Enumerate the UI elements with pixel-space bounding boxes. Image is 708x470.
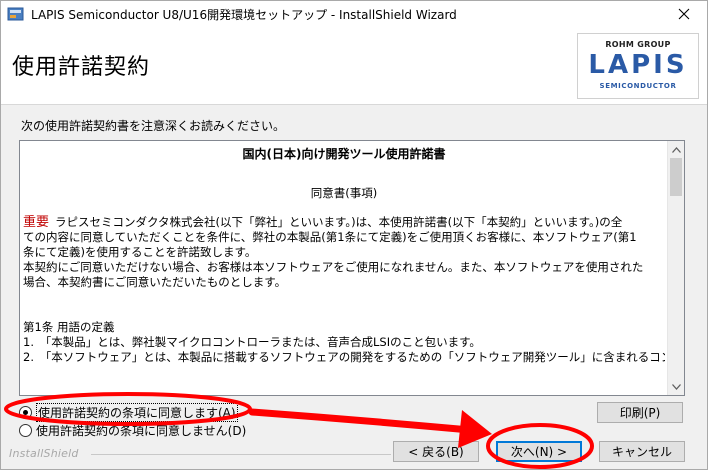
- license-line: ての内容に同意していただくことを条件に、弊社の本製品(第1条にて定義)をご使用頂…: [23, 230, 637, 244]
- decline-radio-label[interactable]: 使用許諾契約の条項に同意しません(D): [36, 422, 246, 439]
- next-button[interactable]: 次へ(N) >: [496, 441, 582, 462]
- logo-group-text: ROHM GROUP: [605, 40, 671, 49]
- important-label: 重要: [23, 215, 50, 230]
- page-title: 使用許諾契約: [12, 55, 151, 80]
- license-subheading: 同意書(事項): [310, 186, 378, 200]
- close-icon: [678, 8, 690, 20]
- back-button[interactable]: < 戻る(B): [393, 441, 479, 462]
- installshield-brand: InstallShield: [9, 447, 79, 460]
- cancel-button[interactable]: キャンセル: [599, 441, 685, 462]
- accept-radio[interactable]: 使用許諾契約の条項に同意します(A): [19, 403, 238, 422]
- title-bar[interactable]: LAPIS Semiconductor U8/U16開発環境セットアップ - I…: [1, 1, 707, 27]
- license-item-1: 1. 「本製品」とは、弊社製マイクロコントローラまたは、音声合成LSIのこと包い…: [23, 335, 481, 349]
- logo-main-text: LAPIS: [588, 50, 688, 80]
- license-paragraph-1: 重要 ラピスセミコンダクタ株式会社(以下「弊社」といいます。)は、本使用許諾書(以…: [23, 215, 665, 290]
- installer-app-icon: [7, 5, 25, 23]
- license-line: 本契約にご同意いただけない場合、お客様は本ソフトウェアをご使用になれません。また…: [23, 260, 644, 274]
- lapis-logo: ROHM GROUP LAPIS SEMICONDUCTOR: [577, 33, 699, 99]
- close-button[interactable]: [661, 1, 707, 27]
- license-textbox[interactable]: 国内(日本)向け開発ツール使用許諾書 同意書(事項) 重要 ラピスセミコンダクタ株…: [19, 140, 685, 396]
- decline-radio[interactable]: 使用許諾契約の条項に同意しません(D): [19, 422, 246, 439]
- section-title: 第1条 用語の定義: [23, 320, 115, 334]
- print-button[interactable]: 印刷(P): [597, 402, 683, 423]
- license-item-2: 2. 「本ソフトウェア」とは、本製品に搭載するソフトウェアの開発をするための「ソ…: [23, 350, 665, 364]
- license-scrollbar[interactable]: [667, 141, 684, 395]
- scroll-down-button[interactable]: [668, 378, 684, 395]
- license-heading: 国内(日本)向け開発ツール使用許諾書: [242, 147, 446, 161]
- scroll-up-button[interactable]: [668, 141, 684, 158]
- instruction-text: 次の使用許諾契約書を注意深くお読みください。: [21, 119, 286, 133]
- license-line: ラピスセミコンダクタ株式会社(以下「弊社」といいます。)は、本使用許諾書(以下「…: [55, 215, 623, 229]
- footer-divider: [91, 454, 391, 455]
- license-line: 条にて定義)を使用することを許諾致します。: [23, 245, 257, 259]
- installer-window: LAPIS Semiconductor U8/U16開発環境セットアップ - I…: [0, 0, 708, 470]
- logo-sub-text: SEMICONDUCTOR: [599, 82, 677, 90]
- scroll-thumb[interactable]: [670, 158, 682, 196]
- window-title: LAPIS Semiconductor U8/U16開発環境セットアップ - I…: [31, 8, 457, 22]
- license-content: 国内(日本)向け開発ツール使用許諾書 同意書(事項) 重要 ラピスセミコンダクタ株…: [20, 141, 668, 395]
- wizard-header: 使用許諾契約 ROHM GROUP LAPIS SEMICONDUCTOR: [1, 27, 707, 105]
- chevron-up-icon: [672, 146, 681, 153]
- chevron-down-icon: [672, 383, 681, 390]
- radio-button[interactable]: [19, 424, 32, 437]
- radio-button-selected[interactable]: [19, 406, 32, 419]
- accept-radio-label[interactable]: 使用許諾契約の条項に同意します(A): [36, 403, 238, 422]
- license-line: 場合、本契約書にご同意いただいたものとします。: [23, 275, 287, 289]
